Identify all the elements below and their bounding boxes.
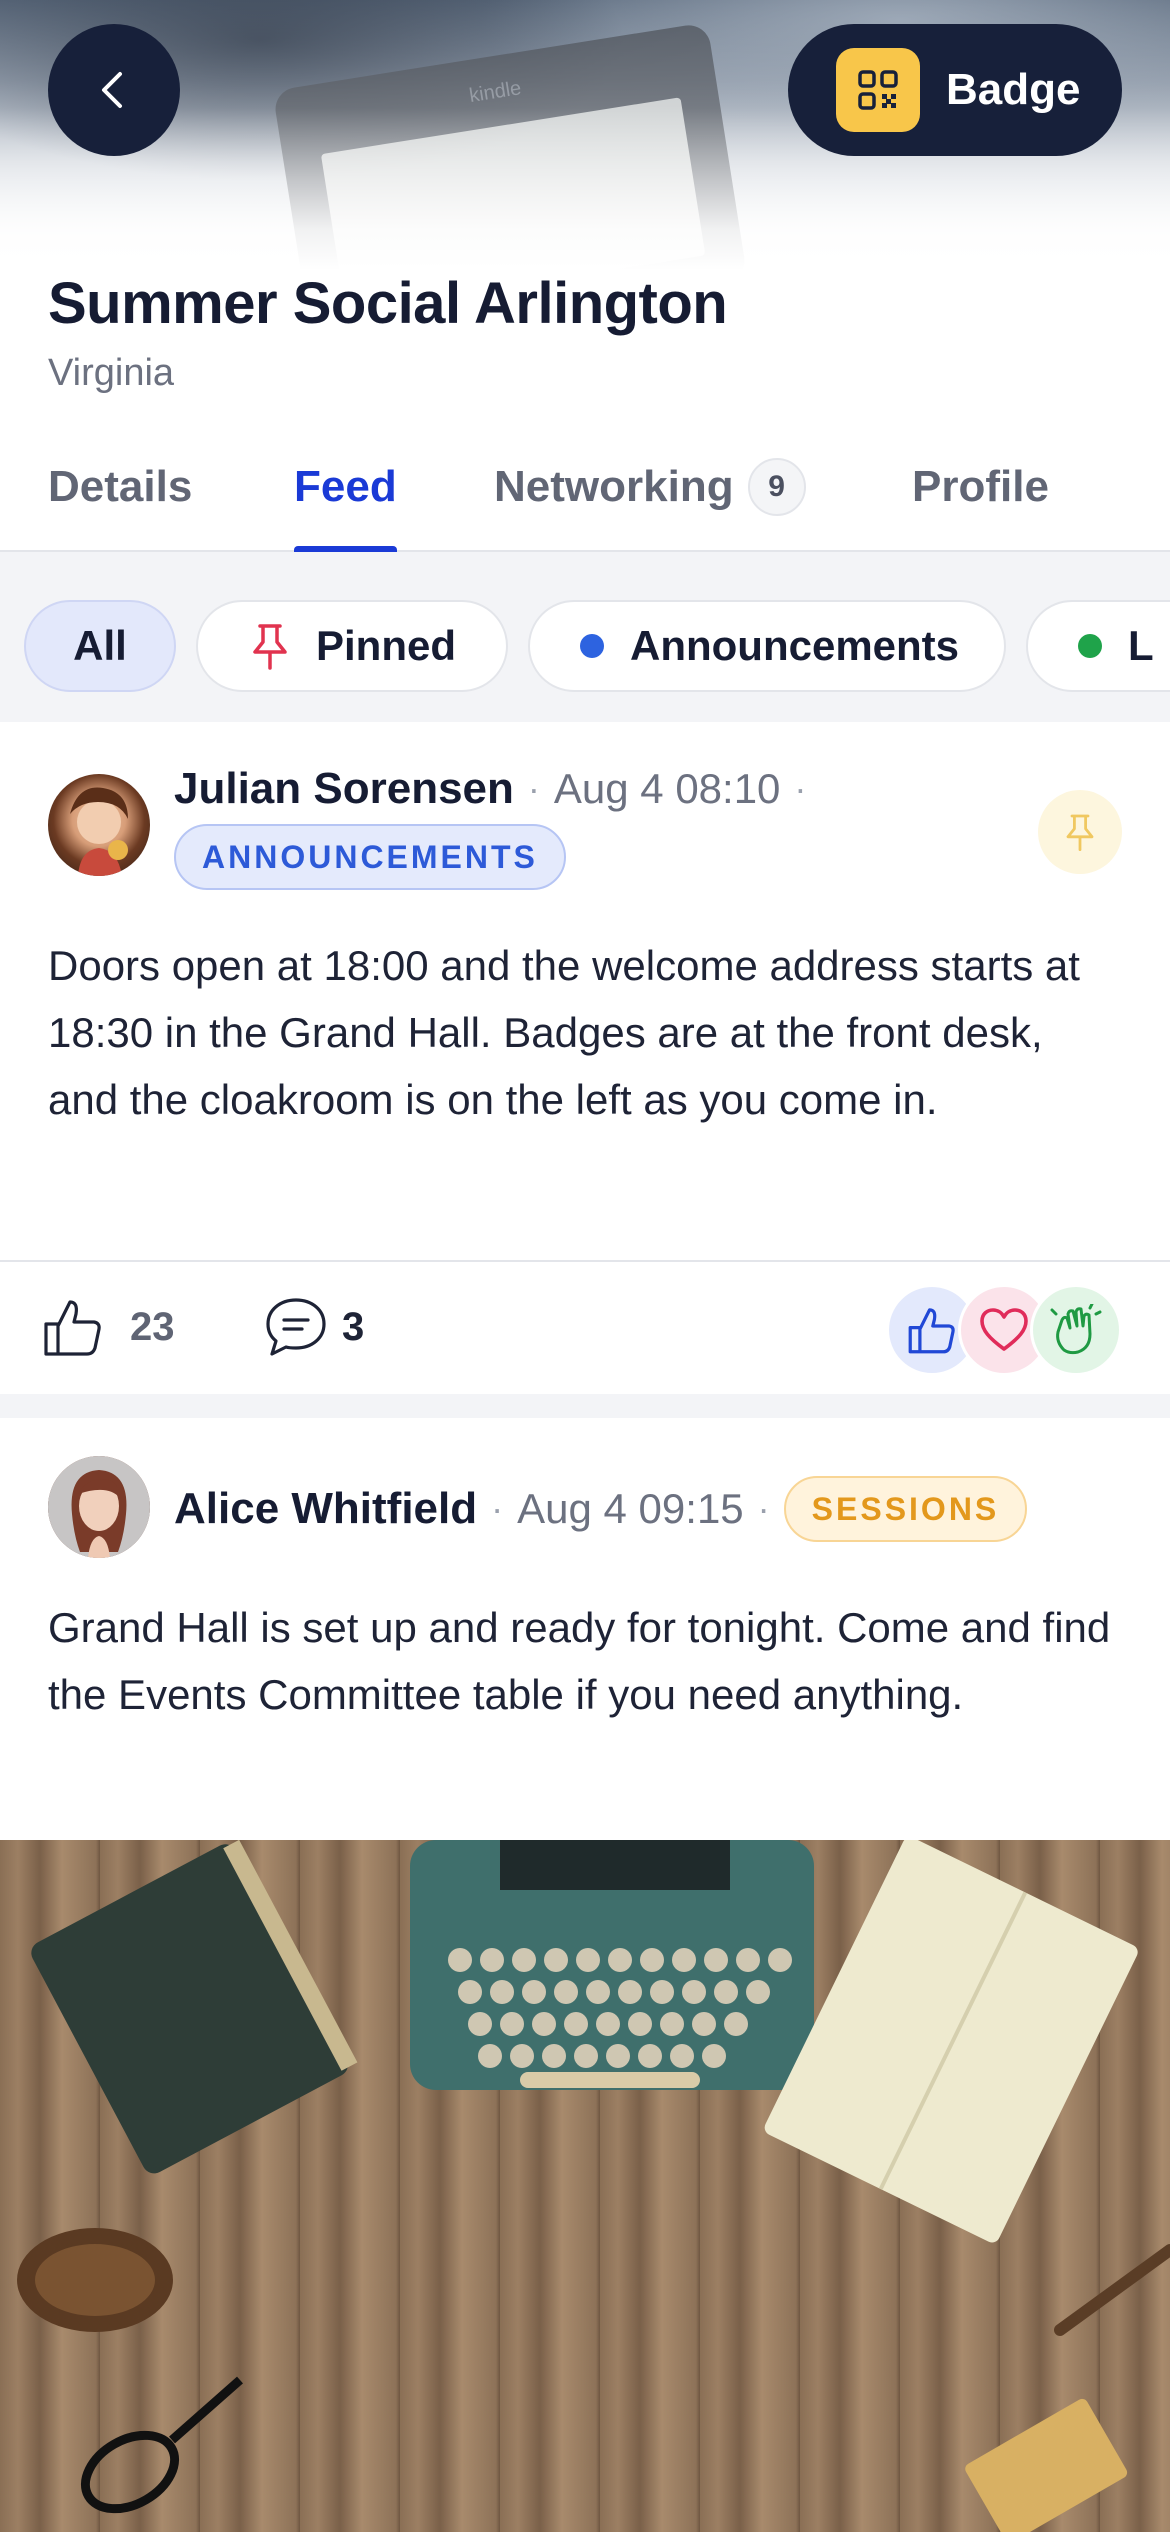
comment-count: 3 (342, 1304, 365, 1349)
filter-chip-more[interactable]: L (1026, 600, 1170, 692)
reaction-clap[interactable] (1030, 1284, 1122, 1376)
separator-dot: · (757, 1488, 770, 1529)
event-location: Virginia (48, 352, 175, 394)
count-badge: 9 (747, 458, 806, 516)
post-actions: 23 3 (0, 1260, 1170, 1394)
chip-label: L (1128, 622, 1154, 669)
clap-icon (1050, 1304, 1102, 1355)
chip-label: All (73, 622, 127, 669)
event-header: Summer Social Arlington Virginia Details… (0, 270, 1170, 554)
filter-chip-announcements[interactable]: Announcements (528, 600, 1006, 692)
tab-label: Profile (912, 462, 1049, 511)
tab-label: Feed (294, 462, 397, 511)
chip-label: Pinned (316, 622, 457, 669)
tab-profile[interactable]: Profile (912, 462, 1049, 552)
post-body: Doors open at 18:00 and the welcome addr… (48, 942, 1080, 1123)
category-tag[interactable]: SESSIONS (783, 1476, 1028, 1542)
avatar[interactable] (48, 774, 150, 876)
comment-button[interactable]: 3 (264, 1296, 364, 1358)
chip-label: Announcements (630, 622, 960, 669)
category-dot-icon (1078, 634, 1102, 658)
announcements-dot-icon (580, 634, 604, 658)
filter-chip-pinned[interactable]: Pinned (196, 600, 508, 692)
separator-dot: · (794, 768, 807, 809)
tab-label: Networking (494, 462, 734, 511)
feed-post: Julian Sorensen · Aug 4 08:10 · ANNOUNCE… (0, 722, 1170, 1260)
like-button[interactable]: 23 (42, 1296, 175, 1358)
tab-bar: Details Feed Networking 9 Profile (0, 458, 1170, 554)
post-timestamp: Aug 4 08:10 (553, 765, 781, 812)
tab-details[interactable]: Details (48, 462, 192, 552)
separator-dot: · (527, 768, 540, 809)
pinned-indicator[interactable] (1038, 790, 1122, 874)
chevron-left-icon (102, 72, 122, 108)
comment-icon (266, 1298, 326, 1356)
feed-filter-bar[interactable]: All Pinned Announcements L (0, 552, 1170, 722)
post-photo[interactable] (0, 1840, 1170, 2532)
thumbs-up-icon (908, 1308, 955, 1354)
post-timestamp: Aug 4 09:15 (517, 1485, 744, 1532)
back-button[interactable] (48, 24, 180, 156)
heart-icon (980, 1308, 1028, 1351)
pin-icon (253, 624, 287, 670)
post-meta: Alice Whitfield · Aug 4 09:15 · SESSIONS (174, 1476, 1028, 1542)
badge-button[interactable]: Badge (788, 24, 1122, 156)
thumbs-up-icon (44, 1300, 101, 1356)
tab-feed[interactable]: Feed (294, 462, 397, 554)
category-tag[interactable]: ANNOUNCEMENTS (174, 824, 566, 890)
filter-chip-all[interactable]: All (24, 600, 176, 692)
feed-post: Alice Whitfield · Aug 4 09:15 · SESSIONS… (0, 1418, 1170, 1840)
post-body: Grand Hall is set up and ready for tonig… (48, 1604, 1111, 1718)
post-meta: Julian Sorensen · Aug 4 08:10 · (174, 764, 820, 814)
badge-button-label: Badge (946, 65, 1081, 114)
tab-label: Details (48, 462, 193, 511)
page-title: Summer Social Arlington (48, 271, 728, 336)
post-author[interactable]: Julian Sorensen (174, 764, 514, 814)
separator-dot: · (491, 1488, 504, 1529)
qr-code-icon (836, 48, 920, 132)
avatar[interactable] (48, 1456, 150, 1558)
post-author[interactable]: Alice Whitfield (174, 1484, 477, 1534)
like-count: 23 (130, 1304, 175, 1349)
tab-networking[interactable]: Networking 9 (494, 458, 806, 552)
pin-icon (1066, 814, 1094, 851)
